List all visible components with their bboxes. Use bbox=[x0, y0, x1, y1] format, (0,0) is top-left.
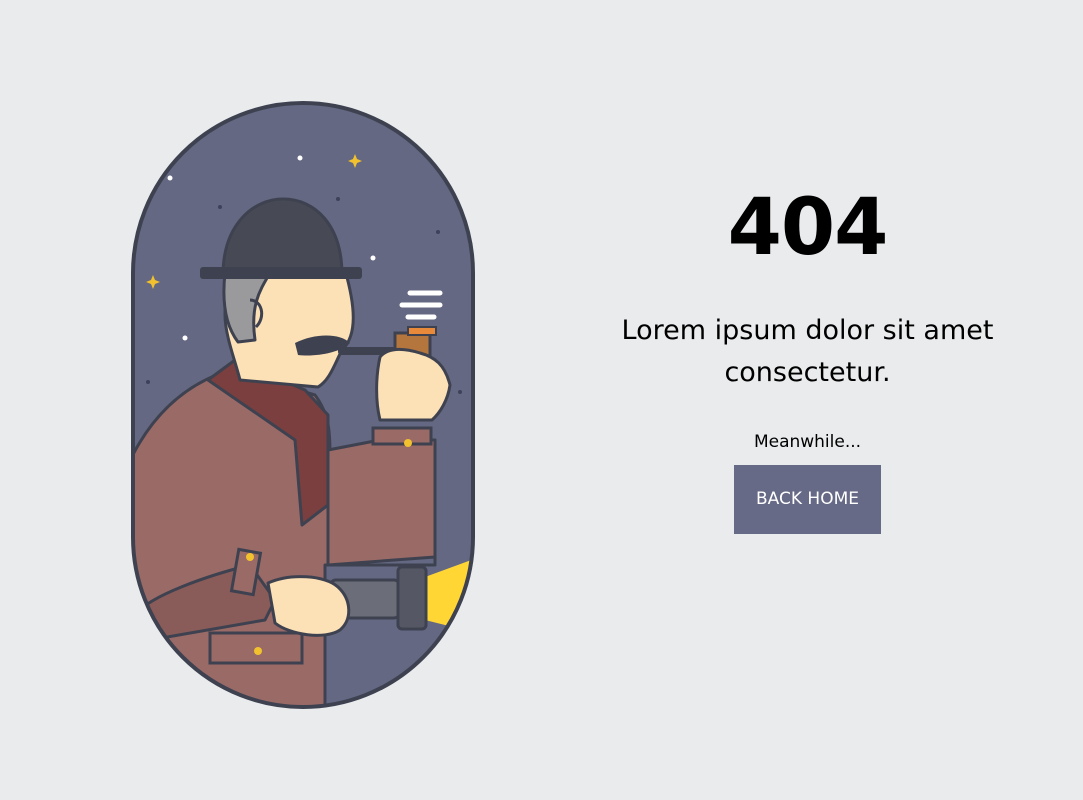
coat-sleeve-raised bbox=[326, 438, 437, 567]
back-home-button[interactable]: BACK HOME bbox=[734, 465, 881, 534]
meanwhile-text: Meanwhile... bbox=[753, 432, 862, 452]
error-content: 404 Lorem ipsum dolor sit amet consectet… bbox=[560, 180, 1055, 534]
detective-icon bbox=[131, 101, 475, 709]
detective-illustration bbox=[90, 95, 480, 715]
error-code: 404 bbox=[727, 183, 889, 273]
error-message: Lorem ipsum dolor sit amet consectetur. bbox=[621, 315, 994, 388]
hand-lower bbox=[266, 575, 351, 637]
